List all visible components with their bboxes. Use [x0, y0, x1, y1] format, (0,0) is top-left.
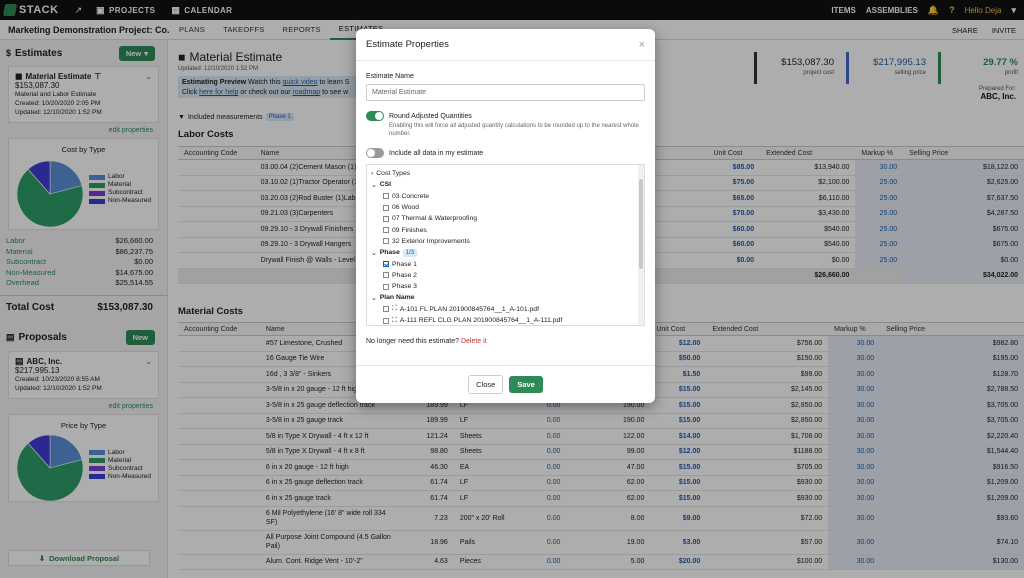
delete-estimate-row: No longer need this estimate? Delete it	[366, 338, 645, 345]
tree-label: Phase 2	[392, 271, 417, 279]
tree-label: 09 Finishes	[392, 226, 427, 234]
chevron-down-icon: ⌄	[371, 294, 377, 302]
tree-label: Plan Name	[379, 294, 415, 302]
checkbox[interactable]	[383, 283, 389, 290]
checkbox[interactable]	[383, 215, 389, 222]
chevron-right-icon: ›	[371, 170, 374, 178]
tree-phase-item[interactable]: Phase 1	[371, 258, 640, 269]
checkbox[interactable]	[383, 272, 389, 279]
filter-tree: › Cost Types ⌄ CSI 03 Concrete 06 Wood 07 …	[366, 164, 645, 326]
checkbox[interactable]	[383, 238, 389, 245]
tree-label: Cost Types	[376, 170, 411, 178]
include-all-label: Include all data in my estimate	[389, 149, 484, 157]
delete-prompt: No longer need this estimate?	[366, 338, 459, 345]
close-icon[interactable]: ×	[639, 39, 645, 51]
checkbox[interactable]	[383, 306, 389, 313]
checkbox-checked[interactable]	[383, 261, 389, 268]
estimate-name-input[interactable]: Material Estimate	[366, 84, 645, 101]
tree-csi-item[interactable]: 32 Exterior Improvements	[371, 236, 640, 247]
modal-footer: Close Save	[356, 365, 655, 403]
tree-csi-item[interactable]: 07 Thermal & Waterproofing	[371, 213, 640, 224]
tree-label: 07 Thermal & Waterproofing	[392, 215, 478, 223]
modal-title: Estimate Properties	[366, 39, 449, 50]
chevron-down-icon: ⌄	[371, 181, 377, 189]
save-button[interactable]: Save	[509, 376, 543, 393]
tree-label: A-101 FL PLAN 201900845764__1_A-101.pdf	[399, 305, 539, 313]
tree-csi-item[interactable]: 06 Wood	[371, 202, 640, 213]
phase-count-badge: 1/3	[402, 248, 418, 257]
round-adjusted-help: Enabling this will force all adjusted qu…	[389, 123, 639, 137]
tree-plan-item[interactable]: ⛶ A-101 FL PLAN 201900845764__1_A-101.pdf	[371, 304, 640, 315]
tree-plan-item[interactable]: ⛶ A-111 REFL CLG PLAN 201900845764__1_A-1…	[371, 315, 640, 325]
checkbox[interactable]	[383, 193, 389, 200]
tree-label: 32 Exterior Improvements	[392, 237, 470, 245]
estimate-name-label: Estimate Name	[366, 73, 414, 80]
tree-csi-item[interactable]: 09 Finishes	[371, 224, 640, 235]
tree-phase-item[interactable]: Phase 2	[371, 270, 640, 281]
close-button[interactable]: Close	[468, 375, 504, 394]
round-adjusted-toggle[interactable]	[366, 111, 384, 121]
tree-phase[interactable]: ⌄ Phase 1/3	[371, 247, 640, 258]
tree-csi[interactable]: ⌄ CSI	[371, 179, 640, 190]
tree-label: A-111 REFL CLG PLAN 201900845764__1_A-11…	[399, 317, 563, 324]
round-adjusted-label: Round Adjusted Quantities	[389, 112, 472, 120]
tree-scrollbar[interactable]	[638, 165, 644, 325]
tree-plan-name[interactable]: ⌄ Plan Name	[371, 292, 640, 303]
tree-csi-item[interactable]: 03 Concrete	[371, 191, 640, 202]
tree-cost-types[interactable]: › Cost Types	[371, 168, 640, 179]
delete-estimate-link[interactable]: Delete it	[461, 338, 487, 345]
tree-label: 03 Concrete	[392, 192, 430, 200]
plan-sheet-icon: ⛶	[392, 316, 397, 324]
tree-phase-item[interactable]: Phase 3	[371, 281, 640, 292]
include-all-toggle-row: Include all data in my estimate	[366, 148, 645, 158]
tree-label: 06 Wood	[392, 204, 420, 212]
checkbox[interactable]	[383, 317, 389, 324]
checkbox[interactable]	[383, 227, 389, 234]
tree-label: CSI	[379, 181, 392, 189]
checkbox[interactable]	[383, 204, 389, 211]
estimate-properties-modal: Estimate Properties × Estimate Name Mate…	[356, 29, 655, 403]
tree-label: Phase	[379, 249, 400, 257]
tree-scroll-thumb[interactable]	[639, 179, 643, 269]
plan-sheet-icon: ⛶	[392, 305, 397, 313]
chevron-down-icon: ⌄	[371, 249, 377, 257]
round-adjusted-toggle-row: Round Adjusted Quantities	[366, 111, 645, 121]
include-all-toggle[interactable]	[366, 148, 384, 158]
tree-label: Phase 3	[392, 283, 417, 291]
tree-label: Phase 1	[392, 260, 417, 268]
